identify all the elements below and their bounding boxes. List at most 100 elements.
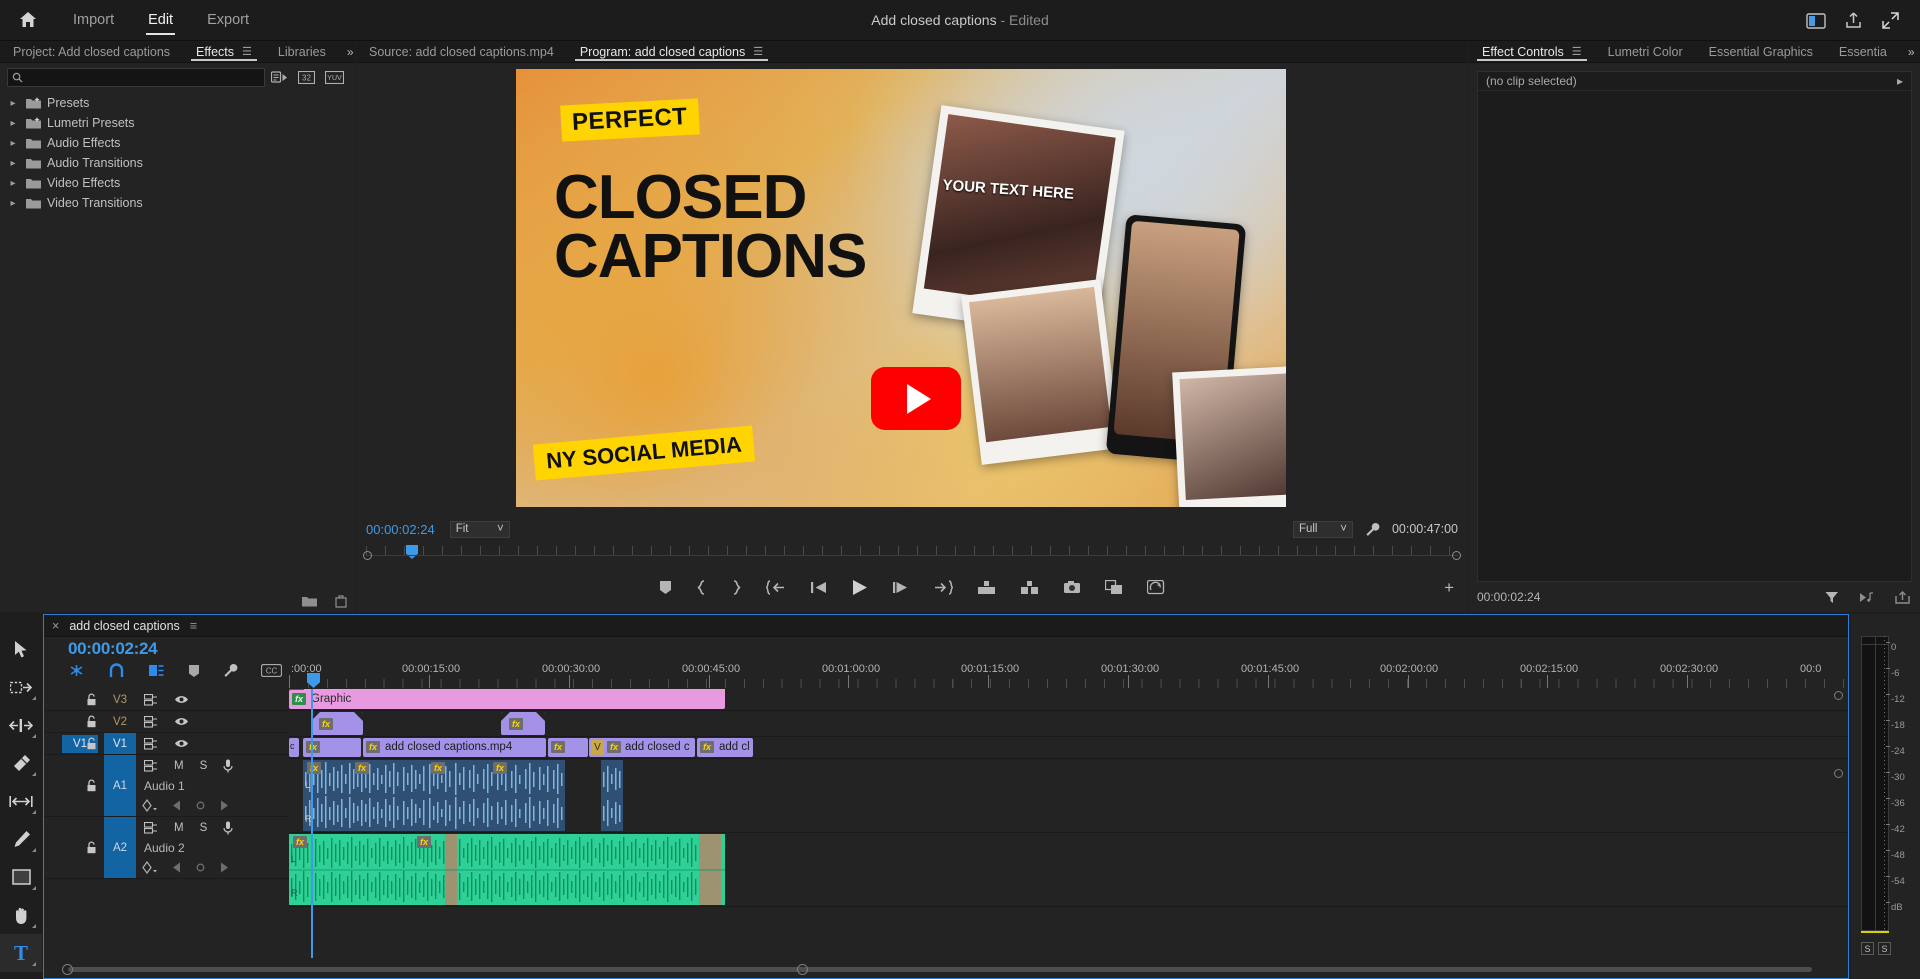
monitor-scrub-bar[interactable] xyxy=(356,544,1468,566)
linked-selection-icon[interactable] xyxy=(148,663,165,678)
selection-tool[interactable] xyxy=(0,630,42,668)
add-keyframe-icon[interactable] xyxy=(195,862,206,873)
chevron-right-icon[interactable]: ▸ xyxy=(6,118,20,129)
lock-icon[interactable] xyxy=(86,737,97,750)
hand-tool[interactable] xyxy=(0,896,42,934)
clip-v2-a[interactable]: fx xyxy=(311,712,363,735)
chevron-right-icon[interactable]: ▸ xyxy=(6,158,20,169)
captions-cc-icon[interactable]: CC xyxy=(261,664,282,677)
mic-icon[interactable] xyxy=(223,821,233,835)
timeline-wrench-icon[interactable] xyxy=(223,663,238,678)
lock-icon[interactable] xyxy=(86,779,97,792)
timeline-tracks-area[interactable]: fx Graphic fx fx c fx add closed caption… xyxy=(289,689,1848,958)
track-header-a2[interactable]: A2 M S Audio 2 xyxy=(44,817,289,879)
scrub-end-handle[interactable] xyxy=(1452,551,1461,560)
resolution-select[interactable]: Full ˅ xyxy=(1292,520,1353,538)
sequence-tab-label[interactable]: add closed captions xyxy=(69,619,180,633)
scrub-start-handle[interactable] xyxy=(363,551,372,560)
tab-effect-controls-menu-icon[interactable]: ☰ xyxy=(1572,45,1582,58)
tab-program-menu-icon[interactable]: ☰ xyxy=(753,45,763,58)
export-frame-icon[interactable] xyxy=(1063,580,1081,594)
clip-a1[interactable]: fx fx fx fx L R xyxy=(303,760,695,831)
track-lock-icon[interactable] xyxy=(144,693,158,706)
effects-item-audio-effects[interactable]: ▸ Audio Effects xyxy=(0,133,355,153)
track-name-v2[interactable]: V2 xyxy=(104,711,136,732)
32-bit-color-icon[interactable]: 32 xyxy=(298,70,315,84)
timeline-horizontal-scrollbar[interactable] xyxy=(52,964,1828,975)
track-lane-v2[interactable]: fx fx xyxy=(289,711,1848,737)
track-header-v3[interactable]: V3 xyxy=(44,689,289,711)
tab-program-monitor[interactable]: Program: add closed captions ☰ xyxy=(567,41,776,62)
clip-v1-2[interactable]: fx add closed captions.mp4 xyxy=(363,738,546,757)
tab-overflow-icon[interactable]: » xyxy=(1900,41,1920,62)
track-lock-icon[interactable] xyxy=(144,822,158,834)
clip-graphic[interactable]: fx Graphic xyxy=(289,690,725,709)
effects-item-presets[interactable]: ▸ Presets xyxy=(0,93,355,113)
effects-item-video-transitions[interactable]: ▸ Video Transitions xyxy=(0,193,355,213)
zoom-level-select[interactable]: Fit ˅ xyxy=(449,520,510,538)
search-input[interactable] xyxy=(7,67,265,87)
track-name-a2[interactable]: A2 xyxy=(104,817,136,878)
track-lock-icon[interactable] xyxy=(144,760,158,772)
razor-tool[interactable] xyxy=(0,744,42,782)
fullscreen-icon[interactable] xyxy=(1881,11,1900,30)
program-video-frame[interactable]: PERFECT CLOSED CAPTIONS YOUR TEXT HERE N… xyxy=(516,69,1286,507)
eye-icon[interactable] xyxy=(174,716,189,727)
home-icon[interactable] xyxy=(0,0,56,41)
lock-icon[interactable] xyxy=(86,841,97,854)
nav-export[interactable]: Export xyxy=(190,0,266,41)
solo-button-a2[interactable]: S xyxy=(200,822,208,834)
yuv-effects-icon[interactable]: YUV xyxy=(325,70,344,84)
tab-source-monitor[interactable]: Source: add closed captions.mp4 xyxy=(356,41,567,62)
close-icon[interactable]: × xyxy=(52,619,59,633)
track-select-forward-tool[interactable] xyxy=(0,668,42,706)
next-keyframe-icon[interactable] xyxy=(220,862,229,873)
track-lane-v1[interactable]: c fx fx add closed captions.mp4 fx V fx xyxy=(289,737,1848,759)
comparison-view-icon[interactable] xyxy=(1105,579,1123,595)
scrollbar-track[interactable] xyxy=(68,967,1812,972)
scrollbar-left-handle[interactable] xyxy=(62,964,73,975)
pen-tool[interactable] xyxy=(0,820,42,858)
sequence-settings-icon[interactable] xyxy=(68,663,85,678)
monitor-current-time[interactable]: 00:00:02:24 xyxy=(366,522,435,537)
tab-lumetri-color[interactable]: Lumetri Color xyxy=(1595,41,1696,62)
tab-effect-controls[interactable]: Effect Controls ☰ xyxy=(1469,41,1595,62)
ripple-edit-tool[interactable] xyxy=(0,706,42,744)
track-header-v2[interactable]: V2 xyxy=(44,711,289,733)
track-resize-handle-top[interactable] xyxy=(1834,691,1843,700)
mark-out-icon[interactable] xyxy=(731,579,742,595)
new-custom-bin-icon[interactable] xyxy=(302,595,317,608)
track-resize-handle-mid[interactable] xyxy=(1834,769,1843,778)
snap-icon[interactable] xyxy=(108,663,125,678)
timeline-current-time[interactable]: 00:00:02:24 xyxy=(68,639,158,659)
tab-libraries[interactable]: Libraries xyxy=(265,41,339,62)
keyframe-select-icon[interactable] xyxy=(142,799,158,812)
prev-keyframe-icon[interactable] xyxy=(172,862,181,873)
track-lane-a1[interactable]: fx fx fx fx L R xyxy=(289,759,1848,833)
meter-solo-right[interactable]: S xyxy=(1878,942,1891,955)
tab-effects[interactable]: Effects ☰ xyxy=(183,41,265,62)
effect-controls-timecode[interactable]: 00:00:02:24 xyxy=(1477,590,1540,604)
scrub-playhead[interactable] xyxy=(406,545,418,559)
timeline-playhead[interactable] xyxy=(311,689,313,958)
play-icon[interactable] xyxy=(851,579,868,596)
tab-essential-sound[interactable]: Essentia xyxy=(1826,41,1900,62)
track-header-v1[interactable]: V1 V1 xyxy=(44,733,289,755)
tab-essential-graphics[interactable]: Essential Graphics xyxy=(1696,41,1826,62)
nav-import[interactable]: Import xyxy=(56,0,131,41)
chevron-right-icon[interactable]: ▸ xyxy=(6,98,20,109)
clip-v1-3[interactable]: fx xyxy=(548,738,588,757)
multicam-icon[interactable] xyxy=(1147,579,1165,595)
step-back-icon[interactable] xyxy=(810,580,827,595)
delete-icon[interactable] xyxy=(335,595,347,608)
share-icon[interactable] xyxy=(1844,11,1863,30)
clip-v1-0[interactable]: c xyxy=(289,738,299,757)
scrollbar-right-handle[interactable] xyxy=(797,964,808,975)
keyframe-select-icon[interactable] xyxy=(142,861,158,874)
chevron-right-icon[interactable]: ▸ xyxy=(6,178,20,189)
go-to-out-icon[interactable] xyxy=(933,579,953,595)
lock-icon[interactable] xyxy=(86,715,97,728)
chevron-right-icon[interactable]: ▸ xyxy=(6,198,20,209)
track-lock-icon[interactable] xyxy=(144,715,158,728)
track-lane-v3[interactable]: fx Graphic xyxy=(289,689,1848,711)
